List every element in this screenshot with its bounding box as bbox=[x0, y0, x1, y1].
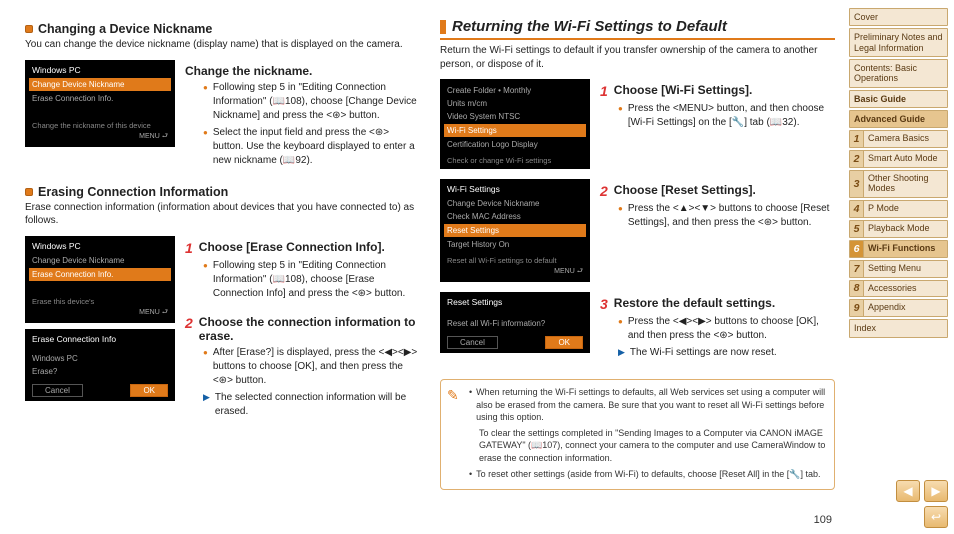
nav-return-icon[interactable]: ↩ bbox=[924, 506, 948, 528]
bullet: After [Erase?] is displayed, press the <… bbox=[203, 346, 422, 388]
bullet: Select the input field and press the <⊛>… bbox=[203, 126, 422, 168]
bullet: Press the <MENU> button, and then choose… bbox=[618, 102, 835, 130]
nav-ch-6[interactable]: 6Wi-Fi Functions bbox=[849, 240, 948, 258]
nav-ch-3[interactable]: 3Other Shooting Modes bbox=[849, 170, 948, 198]
screen-erase-2: Erase Connection Info Windows PC Erase? … bbox=[25, 329, 175, 401]
step-head-change-nickname: Change the nickname. bbox=[185, 64, 422, 78]
intro-reset: Return the Wi-Fi settings to default if … bbox=[440, 44, 835, 71]
heading-nickname: Changing a Device Nickname bbox=[25, 22, 422, 36]
screen-erase-1: Windows PC Change Device Nickname Erase … bbox=[25, 236, 175, 323]
result-arrow: The Wi-Fi settings are now reset. bbox=[618, 346, 835, 360]
nav-contents[interactable]: Contents: Basic Operations bbox=[849, 59, 948, 88]
screen-wifi-1: Create Folder • Monthly Units m/cm Video… bbox=[440, 79, 590, 169]
bullet: Following step 5 in "Editing Connection … bbox=[203, 259, 422, 301]
nav-ch-1[interactable]: 1Camera Basics bbox=[849, 130, 948, 148]
step-head-erase-1: 1Choose [Erase Connection Info]. bbox=[185, 240, 422, 256]
bullet: Press the <◀><▶> buttons to choose [OK],… bbox=[618, 315, 835, 343]
step-head-wifi-3: 3Restore the default settings. bbox=[600, 296, 835, 312]
nav-ch-2[interactable]: 2Smart Auto Mode bbox=[849, 150, 948, 168]
note-box: When returning the Wi-Fi settings to def… bbox=[440, 379, 835, 490]
intro-nickname: You can change the device nickname (disp… bbox=[25, 38, 422, 52]
nav-cover[interactable]: Cover bbox=[849, 8, 948, 26]
screen-change-nickname: Windows PC Change Device Nickname Erase … bbox=[25, 60, 175, 147]
intro-erase: Erase connection information (informatio… bbox=[25, 201, 422, 228]
nav-index[interactable]: Index bbox=[849, 319, 948, 337]
nav-ch-5[interactable]: 5Playback Mode bbox=[849, 220, 948, 238]
nav-ch-7[interactable]: 7Setting Menu bbox=[849, 260, 948, 278]
screen-wifi-2: Wi-Fi Settings Change Device Nickname Ch… bbox=[440, 179, 590, 282]
sidebar-nav: Cover Preliminary Notes and Legal Inform… bbox=[847, 0, 954, 534]
result-arrow: The selected connection information will… bbox=[203, 391, 422, 419]
nav-ch-8[interactable]: 8Accessories bbox=[849, 280, 948, 298]
bullet: Following step 5 in "Editing Connection … bbox=[203, 81, 422, 123]
nav-prev-icon[interactable]: ◀ bbox=[896, 480, 920, 502]
page-number: 109 bbox=[814, 514, 832, 526]
heading-erase: Erasing Connection Information bbox=[25, 185, 422, 199]
heading-reset-wifi: Returning the Wi-Fi Settings to Default bbox=[440, 18, 835, 40]
nav-prelim[interactable]: Preliminary Notes and Legal Information bbox=[849, 28, 948, 57]
step-head-wifi-1: 1Choose [Wi-Fi Settings]. bbox=[600, 83, 835, 99]
bullet: Press the <▲><▼> buttons to choose [Rese… bbox=[618, 202, 835, 230]
nav-advanced-guide[interactable]: Advanced Guide bbox=[849, 110, 948, 128]
nav-ch-4[interactable]: 4P Mode bbox=[849, 200, 948, 218]
nav-basic-guide[interactable]: Basic Guide bbox=[849, 90, 948, 108]
nav-next-icon[interactable]: ▶ bbox=[924, 480, 948, 502]
nav-ch-9[interactable]: 9Appendix bbox=[849, 299, 948, 317]
step-head-wifi-2: 2Choose [Reset Settings]. bbox=[600, 183, 835, 199]
step-head-erase-2: 2Choose the connection information to er… bbox=[185, 315, 422, 343]
screen-wifi-3: Reset Settings Reset all Wi-Fi informati… bbox=[440, 292, 590, 353]
